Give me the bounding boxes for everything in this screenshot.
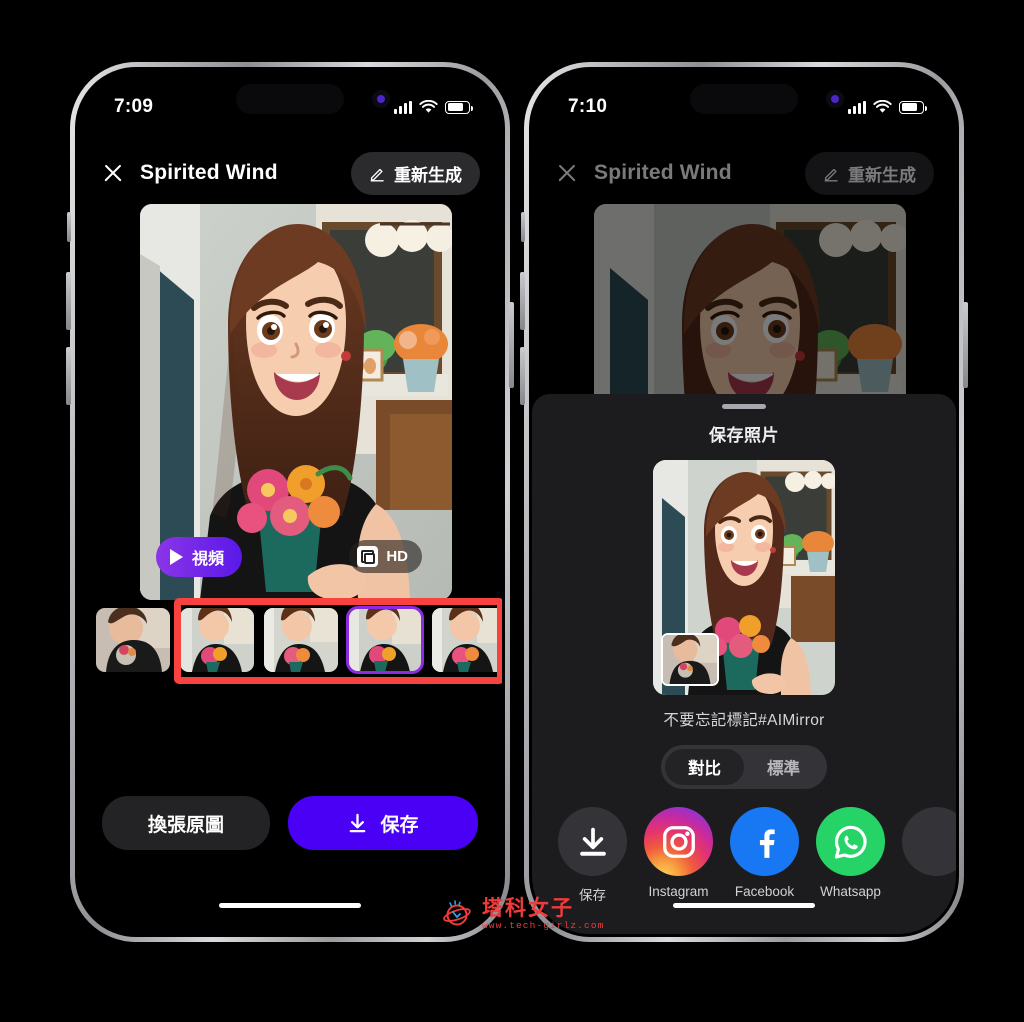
left-phone-screen: 7:09 Spirited Wind 重新生成 視頻 HD 換張原圖 保存 [78, 70, 502, 934]
thumbnail-variant-2[interactable] [264, 608, 338, 672]
status-clock: 7:09 [114, 96, 154, 117]
share-target-facebook[interactable]: Facebook [730, 807, 799, 899]
silent-switch[interactable] [67, 212, 71, 242]
left-app-header: Spirited Wind 重新生成 [78, 148, 502, 198]
pencil-icon [370, 168, 384, 181]
volume-up-button[interactable] [66, 272, 71, 330]
download-icon [350, 813, 366, 832]
hd-badge-label: HD [386, 548, 408, 565]
facebook-icon [759, 828, 775, 858]
thumbnail-variant-1[interactable] [180, 608, 254, 672]
silent-switch[interactable] [521, 212, 525, 242]
segment-standard[interactable]: 標準 [744, 749, 823, 785]
tech-girlz-logo-icon [443, 900, 471, 926]
thumbnail-original-photo[interactable] [96, 608, 170, 672]
wifi-icon [873, 100, 892, 113]
whatsapp-icon [834, 825, 867, 859]
share-target-instagram[interactable]: Instagram [644, 807, 713, 899]
share-label: Facebook [734, 884, 795, 899]
left-action-row: 換張原圖 保存 [102, 796, 478, 850]
right-phone-screen: 7:10 Spirited Wind [532, 70, 956, 934]
compare-mode-segmented-control[interactable]: 對比 標準 [661, 745, 827, 789]
variant-thumbnail-strip[interactable] [96, 606, 502, 674]
comparison-inset-thumbnail [661, 633, 719, 686]
sheet-image-preview [653, 460, 835, 695]
watermark-text: 塔科女子 www.tech-girlz.com [482, 898, 604, 931]
play-icon [170, 549, 183, 565]
wifi-icon [419, 100, 438, 113]
hashtag-hint: 不要忘記標記#AIMirror [663, 712, 825, 729]
status-indicators [394, 100, 473, 114]
share-target-save[interactable]: 保存 [558, 807, 627, 904]
dynamic-island [236, 84, 344, 114]
left-phone-device: 7:09 Spirited Wind 重新生成 視頻 HD 換張原圖 保存 [66, 62, 514, 942]
share-target-whatsapp[interactable]: Whatsapp [816, 807, 885, 899]
status-indicators [848, 100, 927, 114]
change-photo-button[interactable]: 換張原圖 [102, 796, 270, 850]
watermark-url: www.tech-girlz.com [482, 920, 605, 931]
power-button[interactable] [509, 302, 514, 388]
drag-handle-icon[interactable] [722, 404, 766, 409]
watermark: 塔科女子 www.tech-girlz.com [442, 898, 604, 931]
recording-indicator-icon [826, 90, 844, 108]
cellular-bars-icon [394, 100, 412, 114]
right-status-bar: 7:10 [532, 70, 956, 132]
save-photo-bottom-sheet: 保存照片 不要忘記標記#AIMirror 對比 標準 保存 Instagram … [532, 394, 956, 934]
share-targets-row: 保存 Instagram Facebook Whatsapp [532, 807, 956, 904]
volume-down-button[interactable] [66, 347, 71, 405]
share-target-more[interactable] [902, 807, 956, 876]
video-badge-button[interactable]: 視頻 [156, 537, 243, 577]
volume-up-button[interactable] [520, 272, 525, 330]
right-phone-device: 7:10 Spirited Wind [520, 62, 968, 942]
video-badge-label: 視頻 [192, 551, 225, 568]
watermark-name: 塔科女子 [482, 897, 574, 920]
thumbnail-variant-4[interactable] [432, 608, 502, 672]
share-label: Instagram [648, 884, 709, 899]
sheet-title: 保存照片 [709, 426, 779, 445]
segment-compare[interactable]: 對比 [665, 749, 744, 785]
left-status-bar: 7:09 [78, 70, 502, 132]
status-clock: 7:10 [568, 96, 608, 117]
page-title: Spirited Wind [140, 161, 278, 184]
resize-frames-icon [357, 546, 379, 567]
recording-indicator-icon [372, 90, 390, 108]
battery-icon [445, 100, 473, 114]
cellular-bars-icon [848, 100, 866, 114]
hd-badge-button[interactable]: HD [349, 540, 422, 573]
close-x-icon[interactable] [100, 160, 126, 186]
change-photo-label: 換張原圖 [147, 814, 224, 836]
thumbnail-variant-3[interactable] [346, 606, 424, 674]
save-label: 保存 [380, 814, 419, 836]
dynamic-island [690, 84, 798, 114]
screenshot-canvas: 7:09 Spirited Wind 重新生成 視頻 HD 換張原圖 保存 7:… [0, 0, 1024, 1022]
instagram-icon [662, 825, 695, 858]
power-button[interactable] [963, 302, 968, 388]
regenerate-label: 重新生成 [394, 165, 462, 185]
home-indicator[interactable] [673, 903, 815, 908]
home-indicator[interactable] [219, 903, 361, 908]
save-button[interactable]: 保存 [288, 796, 478, 850]
volume-down-button[interactable] [520, 347, 525, 405]
share-label: Whatsapp [820, 884, 881, 899]
regenerate-button[interactable]: 重新生成 [351, 151, 480, 195]
battery-icon [899, 100, 927, 114]
download-icon [579, 827, 606, 856]
